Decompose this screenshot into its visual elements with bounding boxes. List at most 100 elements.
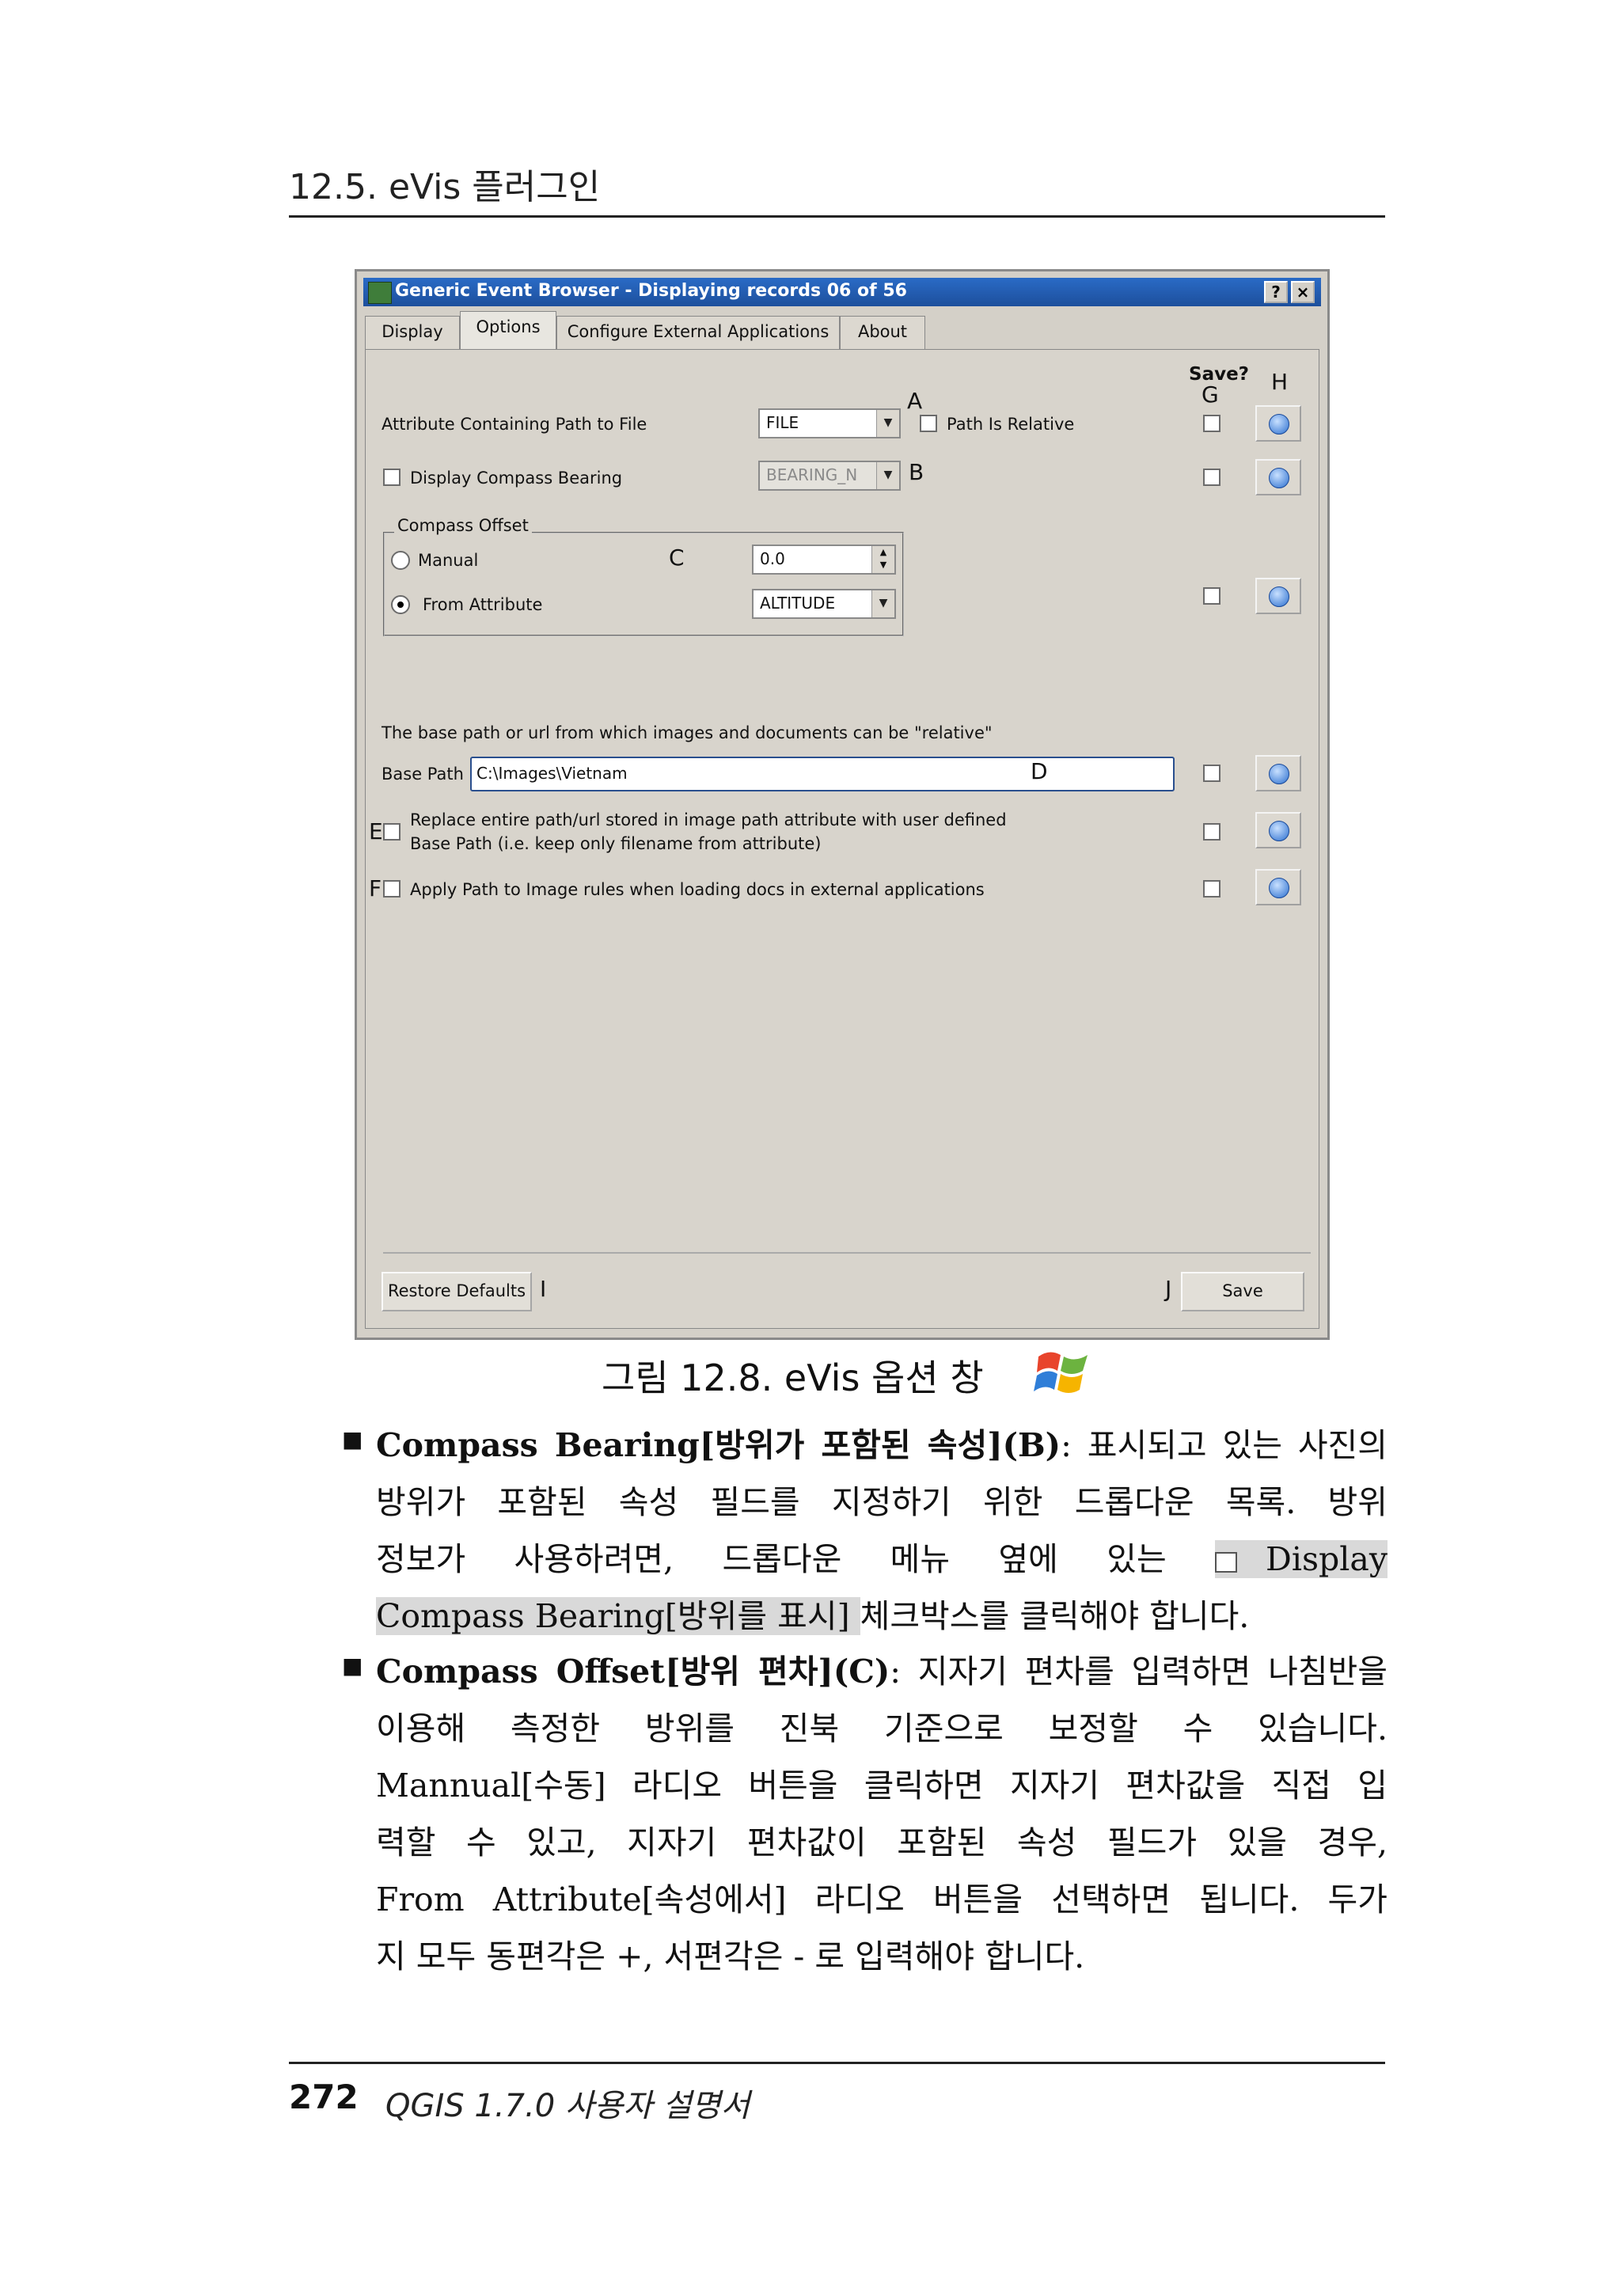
manual-offset-value: 0.0: [760, 549, 785, 568]
base-path-label: Base Path: [382, 765, 464, 784]
display-compass-label: Display Compass Bearing: [410, 469, 623, 488]
default-replace-path-button[interactable]: [1255, 812, 1301, 848]
replace-path-line1: Replace entire path/url stored in image …: [410, 810, 1007, 829]
base-path-value: C:\Images\Vietnam: [476, 764, 628, 783]
text-run: 체크박스를 클릭해야 합니다.: [860, 1597, 1250, 1635]
default-apply-path-button[interactable]: [1255, 869, 1301, 905]
reset-icon: [1269, 878, 1289, 898]
apply-path-label: Apply Path to Image rules when loading d…: [410, 880, 985, 899]
marker-e: E: [369, 818, 383, 844]
radio-selected-dot: [397, 602, 404, 608]
path-relative-checkbox[interactable]: [920, 415, 937, 432]
save-attribute-path-checkbox[interactable]: [1203, 415, 1220, 432]
save-replace-path-checkbox[interactable]: [1203, 823, 1220, 841]
replace-path-line2: Base Path (i.e. keep only filename from …: [410, 834, 822, 853]
text-run: Mannual[수동] 라디오 버튼을 클릭하면 지자기 편차값을 직접 입: [376, 1767, 1388, 1805]
header-rule: [289, 215, 1385, 218]
text-run: From Attribute[속성에서] 라디오 버튼을 선택하면 됩니다. 두…: [376, 1880, 1388, 1918]
text-run: 정보가 사용하려면, 드롭다운 메뉴 옆에 있는: [376, 1540, 1215, 1578]
marker-c: C: [669, 545, 685, 571]
chevron-down-icon: ▼: [876, 462, 899, 489]
text-line: 지 모두 동편각은 +, 서편각은 - 로 입력해야 합니다.: [376, 1928, 1388, 1985]
text-line: 방위가 포함된 속성 필드를 지정하기 위한 드롭다운 목록. 방위: [376, 1474, 1388, 1531]
text-run: 지 모두 동편각은 +, 서편각은 - 로 입력해야 합니다.: [376, 1937, 1085, 1975]
tab-about[interactable]: About: [840, 316, 925, 349]
text-line: Compass Bearing[방위가 포함된 속성](B): 표시되고 있는 …: [376, 1417, 1388, 1474]
save-header: Save?: [1189, 364, 1250, 385]
default-attribute-path-button[interactable]: [1255, 405, 1301, 442]
marker-a: A: [907, 388, 923, 414]
bullet-marker: ■: [342, 1653, 363, 1679]
base-path-input[interactable]: C:\Images\Vietnam: [470, 757, 1175, 791]
tab-options[interactable]: Options: [460, 311, 556, 351]
default-compass-offset-button[interactable]: [1255, 578, 1301, 614]
text-run: : 지자기 편차를 입력하면 나침반을: [890, 1653, 1388, 1691]
text-line: Compass Bearing[방위를 표시] 체크박스를 클릭해야 합니다.: [376, 1588, 1388, 1645]
text-run: : 표시되고 있는 사진의: [1061, 1426, 1388, 1464]
compass-bearing-combo[interactable]: BEARING_N ▼: [758, 461, 901, 491]
marker-g: G: [1202, 381, 1219, 408]
tab-display[interactable]: Display: [365, 316, 460, 349]
save-compass-bearing-checkbox[interactable]: [1203, 469, 1220, 486]
app-icon: [368, 282, 392, 304]
manual-label: Manual: [418, 551, 479, 570]
from-attribute-value: ALTITUDE: [760, 594, 836, 613]
reset-icon: [1269, 586, 1289, 607]
text-run: 력할 수 있고, 지자기 편차값이 포함된 속성 필드가 있을 경우,: [376, 1824, 1388, 1861]
apply-path-checkbox[interactable]: [383, 880, 401, 898]
text-line: 정보가 사용하려면, 드롭다운 메뉴 옆에 있는 Display: [376, 1531, 1388, 1588]
base-path-note: The base path or url from which images a…: [382, 723, 993, 742]
from-attribute-combo[interactable]: ALTITUDE ▼: [752, 589, 896, 619]
restore-defaults-button[interactable]: Restore Defaults: [382, 1272, 532, 1311]
reset-icon: [1269, 764, 1289, 784]
text-line: Compass Offset[방위 편차](C): 지자기 편차를 입력하면 나…: [376, 1643, 1388, 1700]
spin-arrows-icon: ▲ ▼: [871, 546, 894, 573]
chevron-down-icon: ▼: [871, 590, 894, 617]
path-relative-label: Path Is Relative: [947, 415, 1075, 434]
bold-term: Compass Offset[방위 편차](C): [376, 1653, 890, 1691]
save-button[interactable]: Save: [1181, 1272, 1304, 1311]
highlight-text: Display: [1215, 1540, 1388, 1578]
default-base-path-button[interactable]: [1255, 755, 1301, 791]
bullet-marker: ■: [342, 1426, 363, 1452]
bullet-compass-bearing: Compass Bearing[방위가 포함된 속성](B): 표시되고 있는 …: [376, 1417, 1388, 1645]
attribute-path-value: FILE: [766, 413, 799, 432]
marker-h: H: [1271, 369, 1289, 395]
from-attribute-radio[interactable]: [391, 595, 410, 614]
running-header: 12.5. eVis 플러그인: [289, 167, 601, 207]
manual-offset-spinbox[interactable]: 0.0 ▲ ▼: [752, 545, 896, 575]
book-title: QGIS 1.7.0 사용자 설명서: [385, 2088, 750, 2124]
text-run: 방위가 포함된 속성 필드를 지정하기 위한 드롭다운 목록. 방위: [376, 1483, 1388, 1521]
chevron-down-icon: ▼: [876, 410, 899, 437]
checkbox-icon: [1215, 1551, 1237, 1573]
button-separator: [383, 1252, 1311, 1254]
marker-f: F: [369, 875, 382, 901]
attribute-path-combo[interactable]: FILE ▼: [758, 408, 901, 438]
compass-bearing-value: BEARING_N: [766, 465, 858, 484]
close-button[interactable]: ×: [1291, 281, 1315, 303]
reset-icon: [1269, 414, 1289, 435]
highlight-text: Compass Bearing[방위를 표시]: [376, 1597, 860, 1635]
save-apply-path-checkbox[interactable]: [1203, 880, 1220, 898]
manual-radio[interactable]: [391, 551, 410, 570]
replace-path-checkbox[interactable]: [383, 823, 401, 841]
help-button[interactable]: ?: [1264, 281, 1288, 303]
text-line: From Attribute[속성에서] 라디오 버튼을 선택하면 됩니다. 두…: [376, 1871, 1388, 1928]
text-line: 이용해 측정한 방위를 진북 기준으로 보정할 수 있습니다.: [376, 1700, 1388, 1757]
tab-configure-external-applications[interactable]: Configure External Applications: [556, 316, 840, 349]
marker-d: D: [1031, 758, 1048, 784]
default-compass-bearing-button[interactable]: [1255, 459, 1301, 495]
reset-icon: [1269, 468, 1289, 488]
save-compass-offset-checkbox[interactable]: [1203, 587, 1220, 605]
bullet-compass-offset: Compass Offset[방위 편차](C): 지자기 편차를 입력하면 나…: [376, 1643, 1388, 1985]
text-line: 력할 수 있고, 지자기 편차값이 포함된 속성 필드가 있을 경우,: [376, 1814, 1388, 1871]
save-base-path-checkbox[interactable]: [1203, 765, 1220, 782]
marker-j: J: [1165, 1276, 1172, 1302]
marker-i: I: [540, 1276, 547, 1302]
page-number: 272: [289, 2078, 359, 2116]
window-title: Generic Event Browser - Displaying recor…: [395, 281, 907, 301]
display-compass-checkbox[interactable]: [383, 469, 401, 486]
marker-b: B: [909, 459, 924, 485]
reset-icon: [1269, 821, 1289, 841]
windows-logo-icon: [1034, 1352, 1088, 1393]
